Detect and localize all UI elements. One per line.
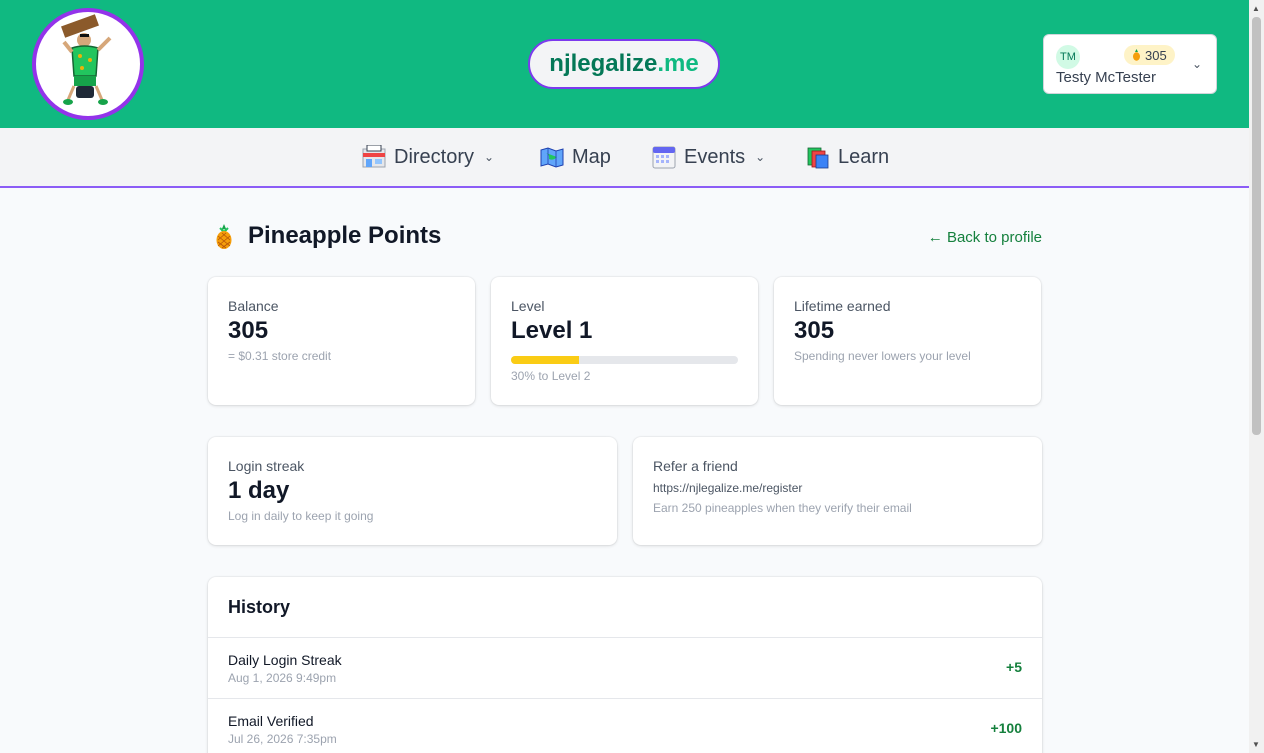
streak-value: 1 day — [228, 477, 290, 504]
page-header: Pineapple Points ← Back to profile — [208, 222, 1042, 252]
refer-card: Refer a friend https://njlegalize.me/reg… — [633, 437, 1042, 545]
level-progress-fill — [511, 356, 580, 364]
history-item-amount: +5 — [1006, 659, 1022, 675]
store-icon — [362, 145, 386, 168]
history-panel: History Daily Login Streak Aug 1, 2026 9… — [208, 577, 1042, 753]
card-label: Level — [511, 298, 545, 314]
nav-item-label: Events — [684, 145, 746, 168]
nav-item-learn[interactable]: Learn — [806, 144, 889, 170]
nav-item-label: Learn — [838, 145, 890, 168]
level-value: Level 1 — [511, 317, 593, 344]
referral-note: Earn 250 pineapples when they verify the… — [653, 501, 912, 515]
card-label: Balance — [228, 298, 279, 314]
streak-note: Log in daily to keep it going — [228, 509, 374, 523]
calendar-icon — [652, 146, 676, 169]
level-progress-text: 30% to Level 2 — [511, 369, 591, 383]
scroll-up-icon[interactable]: ▲ — [1252, 4, 1260, 13]
site-header: njlegalize .me TM 305 Testy McTester ⌄ — [0, 0, 1249, 128]
nav-item-label: Directory — [394, 145, 475, 168]
card-label: Refer a friend — [653, 458, 738, 474]
scroll-down-icon[interactable]: ▼ — [1252, 740, 1260, 749]
chevron-down-icon: ⌄ — [484, 150, 495, 164]
card-label: Lifetime earned — [794, 298, 891, 314]
mascot-image — [61, 14, 112, 105]
site-logo[interactable] — [32, 8, 144, 120]
table-row: Daily Login Streak Aug 1, 2026 9:49pm +5 — [208, 637, 1042, 698]
points-badge: 305 — [1124, 45, 1175, 65]
page-scrollbar[interactable]: ▲ ▼ — [1249, 0, 1264, 753]
avatar: TM — [1056, 45, 1080, 69]
page-title: Pineapple Points — [248, 222, 442, 249]
card-label: Login streak — [228, 458, 305, 474]
referral-url[interactable]: https://njlegalize.me/register — [653, 481, 802, 495]
lifetime-card: Lifetime earned 305 Spending never lower… — [774, 277, 1041, 405]
main-nav: Directory ⌄ Map Events ⌄ Learn — [0, 128, 1249, 188]
site-tld: .me — [657, 50, 699, 77]
nav-item-events[interactable]: Events ⌄ — [652, 144, 765, 170]
lifetime-value: 305 — [794, 317, 835, 344]
nav-item-map[interactable]: Map — [540, 144, 611, 170]
lifetime-note: Spending never lowers your level — [794, 349, 971, 363]
level-progress-bar — [511, 356, 738, 364]
balance-card: Balance 305 = $0.31 store credit — [208, 277, 475, 405]
scrollbar-thumb[interactable] — [1252, 17, 1261, 435]
pineapple-icon — [1133, 49, 1140, 61]
balance-value: 305 — [228, 317, 269, 344]
history-item-name: Daily Login Streak — [228, 652, 342, 668]
level-card: Level Level 1 30% to Level 2 — [491, 277, 758, 405]
user-name: Testy McTester — [1056, 69, 1157, 86]
chevron-down-icon: ⌄ — [1191, 57, 1202, 71]
user-menu[interactable]: TM 305 Testy McTester ⌄ — [1043, 34, 1217, 94]
history-title: History — [228, 597, 291, 617]
nav-item-directory[interactable]: Directory ⌄ — [362, 144, 494, 170]
site-name-pill[interactable]: njlegalize .me — [528, 39, 720, 89]
map-icon — [540, 147, 564, 168]
history-item-name: Email Verified — [228, 713, 314, 729]
history-item-date: Aug 1, 2026 9:49pm — [228, 671, 337, 685]
points-count: 305 — [1145, 47, 1167, 63]
back-to-profile-link[interactable]: ← Back to profile — [928, 229, 1042, 246]
chevron-down-icon: ⌄ — [755, 150, 766, 164]
pineapple-icon — [216, 224, 232, 249]
books-icon — [807, 147, 829, 169]
balance-credit: = $0.31 store credit — [228, 349, 332, 363]
nav-item-label: Map — [572, 145, 611, 168]
streak-card: Login streak 1 day Log in daily to keep … — [208, 437, 617, 545]
history-item-amount: +100 — [990, 720, 1022, 736]
history-item-date: Jul 26, 2026 7:35pm — [228, 732, 337, 746]
table-row: Email Verified Jul 26, 2026 7:35pm +100 — [208, 698, 1042, 753]
site-name: njlegalize — [549, 50, 658, 77]
